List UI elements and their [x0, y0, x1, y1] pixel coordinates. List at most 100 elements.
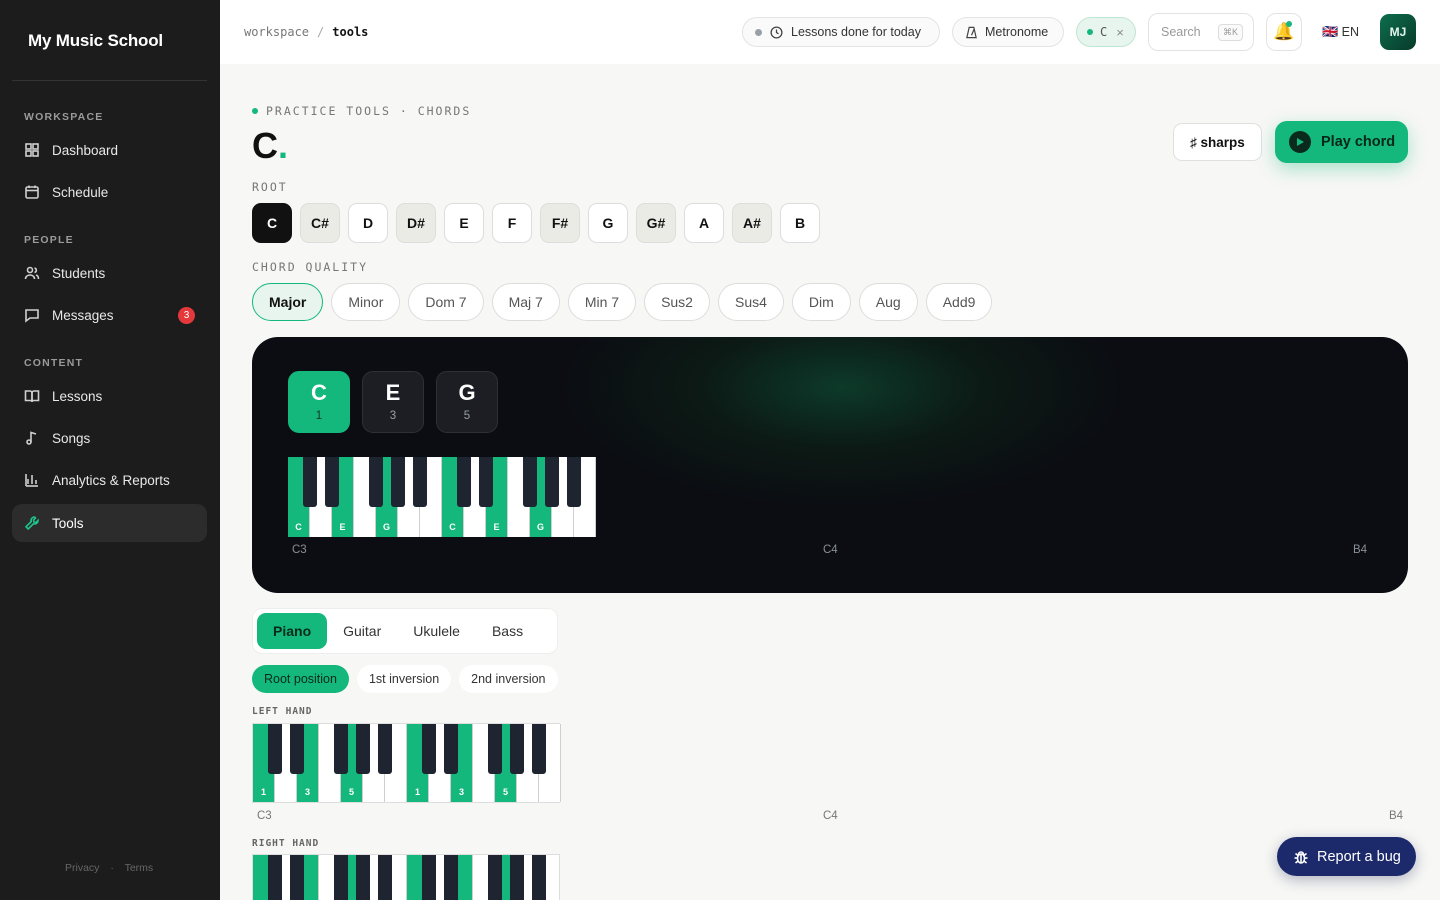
quality-button-dom-7[interactable]: Dom 7 [408, 283, 484, 321]
search-input[interactable]: Search ⌘K [1148, 13, 1254, 51]
chip-close-icon[interactable]: × [1116, 25, 1124, 40]
tab-ukulele[interactable]: Ukulele [397, 613, 476, 649]
sidebar-item-messages[interactable]: Messages 3 [12, 296, 207, 334]
piano-black-key[interactable] [422, 855, 436, 900]
quality-button-sus2[interactable]: Sus2 [644, 283, 710, 321]
chord-keyboard[interactable]: CEGCEG [288, 457, 596, 537]
piano-black-key[interactable] [532, 855, 546, 900]
chord-name: C [252, 125, 278, 166]
metronome-label: Metronome [985, 25, 1049, 39]
piano-black-key[interactable] [356, 855, 370, 900]
left-hand-keyboard[interactable]: 1 3 5 1 3 5 [252, 723, 561, 803]
piano-black-key[interactable] [422, 724, 436, 774]
root-button-e[interactable]: E [444, 203, 484, 243]
root-button-d[interactable]: D [348, 203, 388, 243]
piano-black-key[interactable] [545, 457, 559, 507]
root-button-g-sharp[interactable]: G# [636, 203, 676, 243]
root-button-a[interactable]: A [684, 203, 724, 243]
quality-button-sus4[interactable]: Sus4 [717, 283, 784, 321]
piano-black-key[interactable] [457, 457, 471, 507]
search-placeholder: Search [1161, 25, 1201, 39]
language-selector[interactable]: 🇬🇧 EN [1322, 24, 1359, 40]
sidebar-item-label: Analytics & Reports [52, 472, 170, 488]
inversion-tab-1st-inversion[interactable]: 1st inversion [356, 665, 452, 693]
chord-note-card[interactable]: C1 [288, 371, 350, 433]
inversion-tab-root-position[interactable]: Root position [252, 665, 349, 693]
piano-black-key[interactable] [488, 724, 502, 774]
brand-logo[interactable]: My Music School [28, 31, 163, 51]
piano-black-key[interactable] [391, 457, 405, 507]
piano-black-key[interactable] [413, 457, 427, 507]
sidebar-item-lessons[interactable]: Lessons [12, 377, 207, 415]
chord-chip[interactable]: C × [1076, 17, 1136, 47]
avatar[interactable]: MJ [1380, 14, 1416, 50]
piano-black-key[interactable] [523, 457, 537, 507]
piano-black-key[interactable] [290, 724, 304, 774]
piano-black-key[interactable] [356, 724, 370, 774]
piano-black-key[interactable] [378, 855, 392, 900]
sidebar-item-dashboard[interactable]: Dashboard [12, 131, 207, 169]
sharps-toggle-button[interactable]: ♯ sharps [1173, 123, 1262, 161]
piano-black-key[interactable] [290, 855, 304, 900]
quality-button-min-7[interactable]: Min 7 [567, 283, 637, 321]
piano-black-key[interactable] [510, 724, 524, 774]
flag-icon: 🇬🇧 [1322, 24, 1339, 39]
piano-black-key[interactable] [510, 855, 524, 900]
tab-piano[interactable]: Piano [257, 613, 328, 649]
sidebar-item-analytics[interactable]: Analytics & Reports [12, 461, 207, 499]
tab-guitar[interactable]: Guitar [327, 613, 397, 649]
quality-button-maj-7[interactable]: Maj 7 [491, 283, 560, 321]
root-button-c-sharp[interactable]: C# [300, 203, 340, 243]
root-button-f[interactable]: F [492, 203, 532, 243]
quality-button-add9[interactable]: Add9 [925, 283, 993, 321]
inversion-tab-2nd-inversion[interactable]: 2nd inversion [459, 665, 558, 693]
piano-black-key[interactable] [369, 457, 383, 507]
sidebar-item-tools[interactable]: Tools [12, 504, 207, 542]
breadcrumb-root[interactable]: workspace [244, 25, 309, 39]
right-hand-keyboard[interactable] [252, 854, 560, 900]
piano-black-key[interactable] [378, 724, 392, 774]
piano-black-key[interactable] [268, 724, 282, 774]
lh-range-start: C3 [257, 810, 272, 822]
piano-black-key[interactable] [325, 457, 339, 507]
privacy-link[interactable]: Privacy [65, 862, 99, 874]
quality-button-dim[interactable]: Dim [791, 283, 851, 321]
root-button-b[interactable]: B [780, 203, 820, 243]
piano-black-key[interactable] [303, 457, 317, 507]
chord-note-card[interactable]: G5 [436, 371, 498, 433]
quality-button-aug[interactable]: Aug [858, 283, 918, 321]
piano-black-key[interactable] [268, 855, 282, 900]
sidebar-item-schedule[interactable]: Schedule [12, 173, 207, 211]
piano-black-key[interactable] [479, 457, 493, 507]
root-button-g[interactable]: G [588, 203, 628, 243]
sidebar-item-label: Songs [52, 430, 91, 446]
play-chord-button[interactable]: Play chord [1275, 121, 1408, 163]
sidebar-item-songs[interactable]: Songs [12, 419, 207, 457]
piano-black-key[interactable] [444, 855, 458, 900]
root-button-a-sharp[interactable]: A# [732, 203, 772, 243]
piano-black-key[interactable] [444, 724, 458, 774]
lessons-status-pill[interactable]: Lessons done for today [742, 17, 940, 47]
terms-link[interactable]: Terms [125, 862, 154, 874]
inversion-tabs: Root position 1st inversion 2nd inversion [252, 665, 558, 693]
quality-button-minor[interactable]: Minor [331, 283, 401, 321]
piano-black-key[interactable] [567, 457, 581, 507]
piano-black-key[interactable] [488, 855, 502, 900]
piano-black-key[interactable] [334, 855, 348, 900]
metronome-button[interactable]: Metronome [952, 17, 1064, 47]
sidebar-item-students[interactable]: Students [12, 254, 207, 292]
notifications-button[interactable]: 🔔 [1266, 13, 1302, 51]
root-button-c[interactable]: C [252, 203, 292, 243]
title-dot: . [278, 125, 289, 166]
root-button-f-sharp[interactable]: F# [540, 203, 580, 243]
root-button-d-sharp[interactable]: D# [396, 203, 436, 243]
report-bug-button[interactable]: Report a bug [1277, 837, 1416, 876]
section-content: CONTENT [24, 357, 84, 369]
range-label-start: C3 [292, 544, 307, 556]
key-label: G [382, 522, 390, 532]
piano-black-key[interactable] [334, 724, 348, 774]
quality-button-major[interactable]: Major [252, 283, 324, 321]
tab-bass[interactable]: Bass [476, 613, 539, 649]
chord-note-card[interactable]: E3 [362, 371, 424, 433]
piano-black-key[interactable] [532, 724, 546, 774]
